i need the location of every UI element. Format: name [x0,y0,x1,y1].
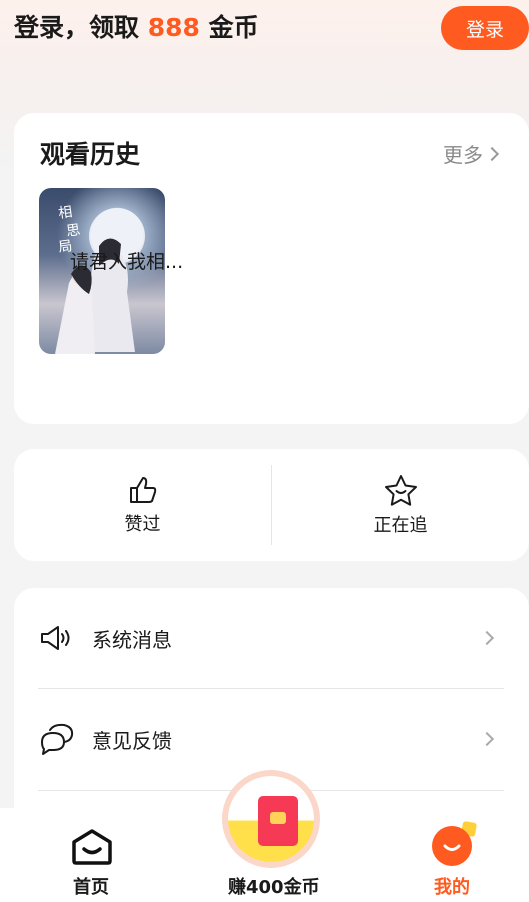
coin-amount: 888 [147,13,200,42]
menu-item-label: 系统消息 [92,627,172,652]
following-button[interactable]: 正在追 [272,449,529,561]
red-envelope-icon [228,776,314,862]
me-icon[interactable] [432,826,472,866]
star-smile-icon [384,475,417,506]
nav-home-label[interactable]: 首页 [73,873,109,899]
login-button[interactable]: 登录 [441,6,529,50]
more-label: 更多 [443,143,483,167]
watch-history-card: 观看历史 更多 相 思 局 请君入我相... [14,113,529,424]
chat-bubbles-icon [38,721,74,757]
chevron-right-icon [479,731,495,747]
thumbs-up-icon [129,477,156,503]
collection-actions-card: 赞过 正在追 [14,449,529,561]
nav-earn-label[interactable]: 赚400金币 [228,873,320,899]
chevron-right-icon [484,146,500,161]
menu-item-label: 意见反馈 [92,728,172,753]
watch-history-title: 观看历史 [40,140,141,169]
speaker-icon [38,620,74,656]
liked-button[interactable]: 赞过 [14,449,271,561]
login-promo-text[interactable]: 登录，领取 888 金币 [14,10,259,46]
svg-text:相: 相 [57,204,73,222]
login-promo-suffix: 金币 [199,13,259,42]
liked-label: 赞过 [124,514,161,535]
svg-text:思: 思 [65,222,81,240]
nav-me-label[interactable]: 我的 [434,873,470,899]
watch-history-more-link[interactable]: 更多 [443,139,500,168]
login-promo-prefix: 登录，领取 [14,13,148,42]
menu-item-system-messages[interactable]: 系统消息 [38,588,504,688]
history-item-title[interactable]: 请君入我相... [70,247,183,274]
home-icon[interactable] [70,828,114,865]
following-label: 正在追 [373,515,428,536]
earn-coins-button[interactable] [222,770,320,868]
chevron-right-icon [479,630,495,646]
